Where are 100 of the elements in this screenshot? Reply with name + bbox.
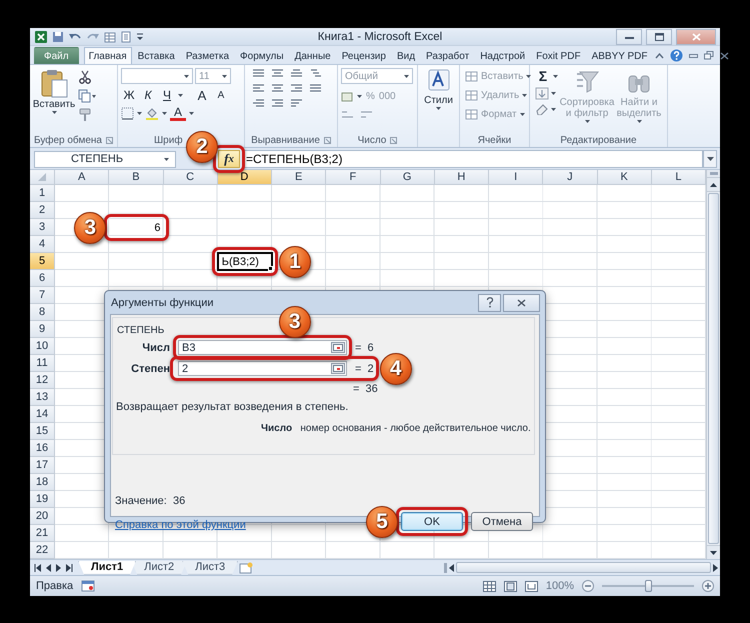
- scroll-right-icon[interactable]: [713, 564, 718, 572]
- last-sheet-icon[interactable]: [66, 564, 73, 572]
- underline-button[interactable]: Ч: [159, 87, 175, 103]
- ribbon-tab[interactable]: ABBYY PDF: [586, 47, 653, 64]
- column-header[interactable]: G: [380, 170, 435, 185]
- top-align-icon[interactable]: [252, 68, 265, 78]
- row-header[interactable]: 8: [30, 304, 55, 321]
- previous-sheet-icon[interactable]: [46, 564, 51, 572]
- row-header[interactable]: 4: [30, 236, 55, 253]
- column-header[interactable]: I: [489, 170, 544, 185]
- close-button[interactable]: [503, 294, 540, 312]
- row-header[interactable]: 14: [30, 406, 55, 423]
- zoom-in-icon[interactable]: [702, 580, 714, 592]
- help-button[interactable]: [478, 294, 501, 312]
- expand-formula-button[interactable]: [703, 150, 717, 168]
- caret-icon[interactable]: [551, 108, 556, 110]
- column-header[interactable]: F: [326, 170, 380, 185]
- middle-align-icon[interactable]: [271, 68, 284, 78]
- grow-font-button[interactable]: A: [194, 87, 210, 103]
- range-select-button[interactable]: [331, 363, 345, 374]
- scroll-thumb[interactable]: [708, 193, 719, 544]
- ribbon-tab[interactable]: Вставка: [132, 47, 180, 64]
- row-header[interactable]: 6: [30, 270, 55, 287]
- ribbon-tab[interactable]: Надстрой: [475, 47, 530, 64]
- argument-field[interactable]: 2: [178, 361, 347, 376]
- ribbon-tab[interactable]: Формулы: [235, 47, 289, 64]
- fill-handle[interactable]: [268, 266, 273, 271]
- row-header[interactable]: 17: [30, 457, 55, 474]
- minimize-icon[interactable]: [688, 52, 698, 58]
- left-align-icon[interactable]: [252, 83, 265, 93]
- caret-icon[interactable]: [553, 74, 558, 78]
- row-header[interactable]: 3: [30, 219, 55, 236]
- first-sheet-icon[interactable]: [34, 564, 41, 572]
- ribbon-tab[interactable]: Foxit PDF: [531, 47, 586, 64]
- row-header[interactable]: 18: [30, 474, 55, 491]
- active-cell[interactable]: Ь(B3;2): [216, 252, 273, 271]
- eraser-icon[interactable]: [535, 103, 549, 115]
- macro-record-icon[interactable]: [81, 580, 96, 592]
- sheet-tab[interactable]: Лист3: [182, 560, 238, 574]
- sheet-tab[interactable]: Лист2: [131, 560, 188, 574]
- zoom-slider[interactable]: [602, 580, 694, 592]
- close-icon[interactable]: [720, 52, 729, 60]
- zoom-thumb[interactable]: [644, 580, 652, 592]
- scissors-icon[interactable]: [78, 70, 92, 84]
- fill-color-icon[interactable]: [145, 107, 159, 120]
- file-tab[interactable]: Файл: [34, 47, 79, 64]
- vertical-scrollbar[interactable]: [706, 170, 720, 559]
- column-header[interactable]: H: [434, 170, 489, 185]
- ok-button[interactable]: OK: [401, 512, 463, 531]
- normal-view-icon[interactable]: [482, 580, 496, 592]
- scroll-up-icon[interactable]: [710, 182, 717, 186]
- insert-sheet-icon[interactable]: [238, 562, 254, 574]
- sheet-tab[interactable]: Лист1: [78, 560, 136, 574]
- row-header[interactable]: 12: [30, 372, 55, 389]
- row-header[interactable]: 7: [30, 287, 55, 304]
- row-header[interactable]: 21: [30, 525, 55, 542]
- caret-icon[interactable]: [551, 92, 556, 95]
- row-header[interactable]: 22: [30, 542, 55, 559]
- scroll-left-icon[interactable]: [449, 564, 454, 572]
- table-cell[interactable]: 6: [109, 219, 164, 236]
- help-icon[interactable]: [670, 49, 683, 62]
- row-header[interactable]: 13: [30, 389, 55, 406]
- merge-icon[interactable]: [309, 83, 322, 93]
- bottom-align-icon[interactable]: [290, 68, 303, 78]
- column-header[interactable]: A: [55, 170, 110, 185]
- ribbon-tab[interactable]: Рецензир: [336, 47, 391, 64]
- range-select-button[interactable]: [331, 342, 345, 353]
- document-icon[interactable]: [120, 31, 132, 43]
- page-break-icon[interactable]: [524, 580, 538, 592]
- decrease-indent-icon[interactable]: [252, 98, 265, 108]
- caret-icon[interactable]: [162, 112, 167, 115]
- copy-icon[interactable]: [78, 89, 96, 103]
- row-header[interactable]: 10: [30, 338, 55, 355]
- zoom-out-icon[interactable]: [582, 580, 594, 592]
- column-header[interactable]: L: [652, 170, 706, 185]
- caret-icon[interactable]: [357, 95, 362, 98]
- ribbon-tab[interactable]: Главная: [84, 47, 132, 64]
- increase-indent-icon[interactable]: [271, 98, 284, 108]
- save-icon[interactable]: [52, 31, 64, 43]
- maximize-button[interactable]: [646, 29, 672, 45]
- horizontal-scrollbar[interactable]: [444, 560, 720, 574]
- decrease-decimal-icon[interactable]: [360, 109, 373, 120]
- borders-icon[interactable]: [121, 107, 134, 120]
- wrap-text-icon[interactable]: [290, 98, 303, 108]
- row-header[interactable]: 16: [30, 440, 55, 457]
- increase-decimal-icon[interactable]: [341, 109, 354, 120]
- row-header[interactable]: 20: [30, 508, 55, 525]
- italic-button[interactable]: К: [140, 87, 156, 103]
- format-painter-icon[interactable]: [78, 108, 92, 122]
- center-align-icon[interactable]: [271, 83, 284, 93]
- cancel-button[interactable]: Отмена: [471, 512, 533, 531]
- column-header[interactable]: E: [272, 170, 326, 185]
- row-header[interactable]: 1: [30, 185, 55, 202]
- table-icon[interactable]: [104, 31, 116, 43]
- orientation-icon[interactable]: [309, 68, 322, 78]
- column-header[interactable]: C: [164, 170, 218, 185]
- scroll-down-icon[interactable]: [710, 550, 717, 554]
- next-sheet-icon[interactable]: [56, 564, 61, 572]
- paste-button[interactable]: Вставить: [33, 68, 75, 133]
- restore-icon[interactable]: [704, 51, 714, 60]
